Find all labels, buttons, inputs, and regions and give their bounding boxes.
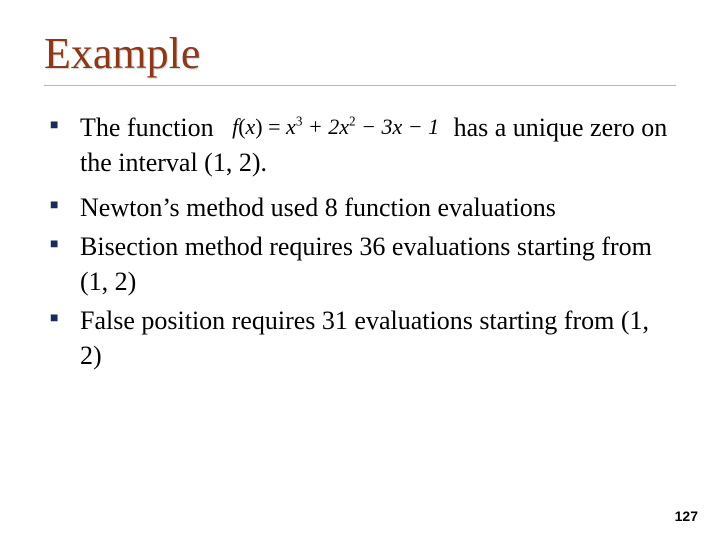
bullet-function-zero: The function f(x) = x3 + 2x2 − 3x − 1 ha…	[50, 110, 676, 186]
slide: Example The function f(x) = x3 + 2x2 − 3…	[0, 0, 720, 540]
bullet-bisection: Bisection method requires 36 evaluations…	[50, 229, 676, 299]
bullet-group-1: The function f(x) = x3 + 2x2 − 3x − 1 ha…	[44, 110, 676, 186]
page-number: 127	[675, 508, 698, 524]
bullet-false-position: False position requires 31 evaluations s…	[50, 303, 676, 373]
bullet-newton: Newton’s method used 8 function evaluati…	[50, 190, 676, 225]
bullet-group-2: Newton’s method used 8 function evaluati…	[44, 190, 676, 373]
title-underline	[44, 85, 676, 86]
bullet-text-pre: The function	[80, 113, 214, 142]
formula-var: x	[246, 114, 256, 139]
formula: f(x) = x3 + 2x2 − 3x − 1	[232, 112, 439, 142]
slide-title: Example	[44, 28, 676, 79]
formula-rhs: x3 + 2x2 − 3x − 1	[286, 114, 439, 139]
